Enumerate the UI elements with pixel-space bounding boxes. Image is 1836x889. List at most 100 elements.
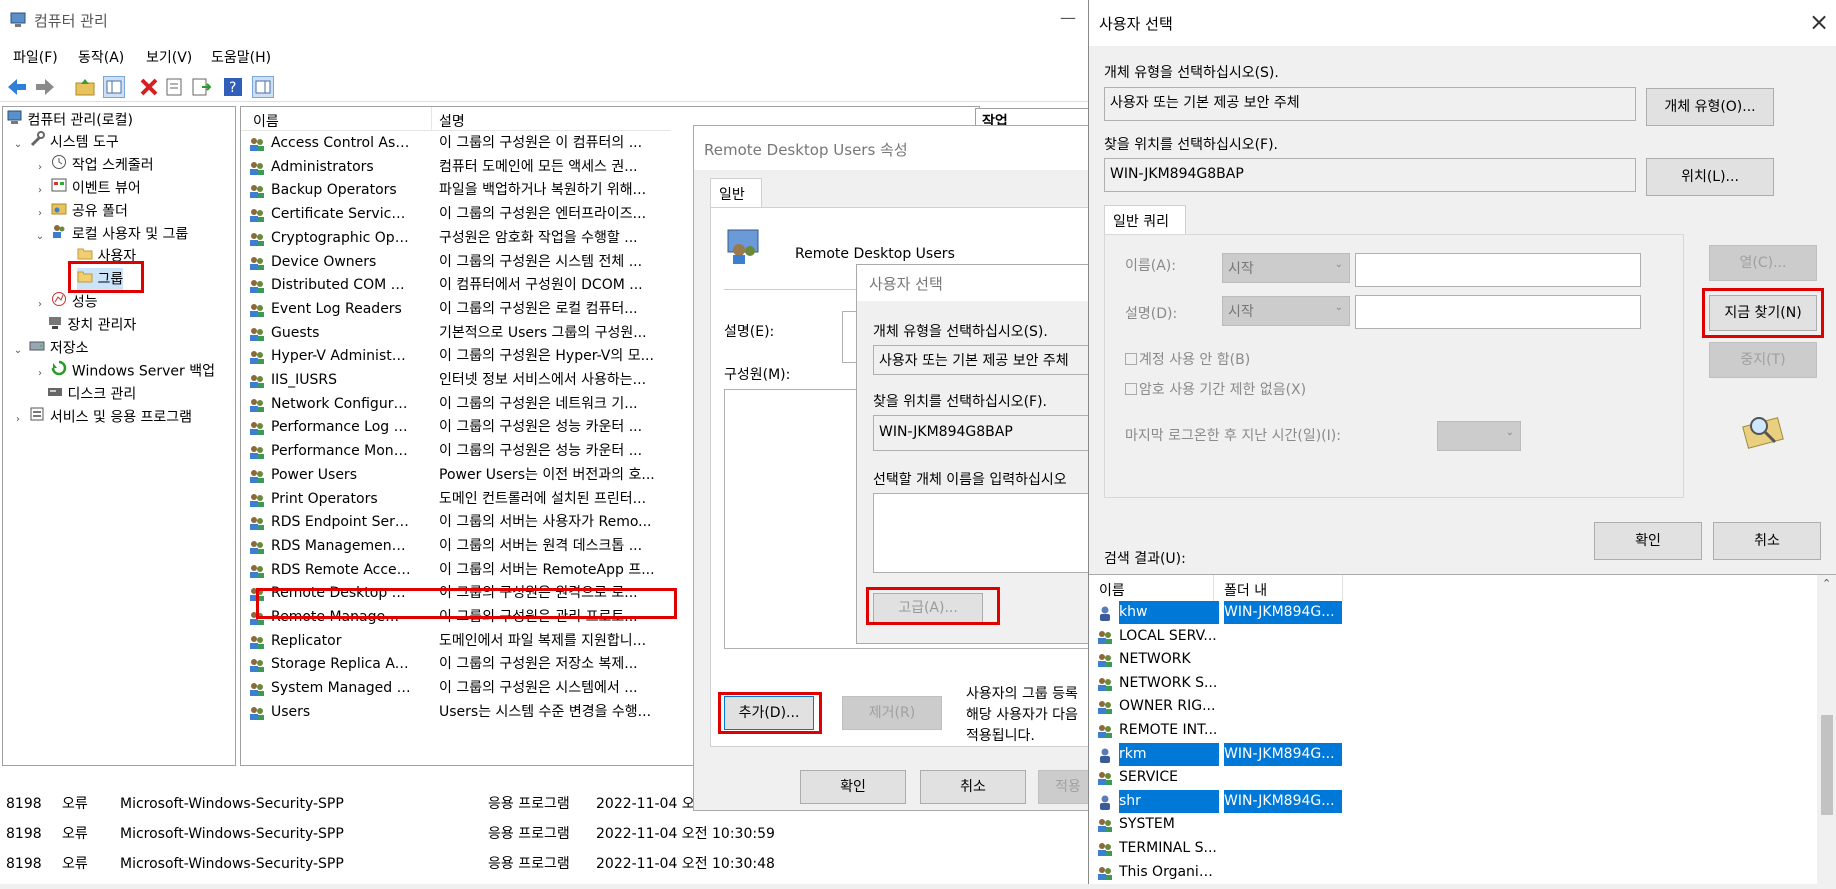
show-hide-tree-icon[interactable] <box>103 76 125 98</box>
collapse-chevron-icon[interactable]: › <box>33 180 47 202</box>
result-row[interactable]: rkm WIN-JKM894G... <box>1089 742 1729 766</box>
group-row[interactable]: Certificate Service DC... 이 그룹의 구성원은 엔터프라… <box>241 203 671 226</box>
delete-icon[interactable] <box>138 76 160 98</box>
action-pane-icon[interactable] <box>252 76 274 98</box>
tree-item-users[interactable]: 사용자 <box>77 245 136 267</box>
expand-chevron-icon[interactable]: ⌄ <box>11 134 25 156</box>
column-header-name[interactable]: 이름 <box>253 111 279 131</box>
group-row[interactable]: Hyper-V Administrators 이 그룹의 구성원은 Hyper-V… <box>241 345 671 368</box>
event-log-row[interactable]: 8198 오류 Microsoft-Windows-Security-SPP 응용 프… <box>0 822 1090 846</box>
tree-item-system-tools[interactable]: ⌄ 시스템 도구 <box>11 131 119 153</box>
minimize-icon[interactable]: — <box>1060 8 1080 28</box>
disabled-accounts-checkbox[interactable]: 계정 사용 안 함(B) <box>1125 349 1325 371</box>
result-row[interactable]: SYSTEM <box>1089 813 1729 836</box>
desc-starts-with-select[interactable]: 시작 ⌄ <box>1222 296 1350 326</box>
name-starts-with-select[interactable]: 시작 ⌄ <box>1222 253 1350 283</box>
days-since-logon-select[interactable]: ⌄ <box>1437 421 1521 451</box>
object-types-button[interactable]: 개체 유형(O)... <box>1646 88 1774 126</box>
desc-criteria-input[interactable] <box>1355 295 1641 329</box>
tree-item-disk-management[interactable]: 디스크 관리 <box>47 383 136 405</box>
group-row[interactable]: Print Operators 도메인 컨트롤러에 설치된 프린터... <box>241 488 671 511</box>
columns-button[interactable]: 열(C)... <box>1709 245 1817 281</box>
group-row[interactable]: Power Users Power Users는 이전 버전과의 호... <box>241 464 671 487</box>
group-row[interactable]: Remote Management ... 이 그룹의 구성원은 관리 프로토..… <box>241 606 671 629</box>
tab-common-queries[interactable]: 일반 쿼리 <box>1104 205 1186 235</box>
expand-chevron-icon[interactable]: ⌄ <box>33 226 47 248</box>
group-row[interactable]: IIS_IUSRS 인터넷 정보 서비스에서 사용하는... <box>241 369 671 392</box>
group-row[interactable]: Backup Operators 파일을 백업하거나 복원하기 위해... <box>241 179 671 202</box>
group-row[interactable]: Guests 기본적으로 Users 그룹의 구성원... <box>241 322 671 345</box>
column-divider[interactable] <box>1213 575 1214 601</box>
group-row[interactable]: Device Owners 이 그룹의 구성원은 시스템 전체 ... <box>241 251 671 274</box>
menu-view[interactable]: 보기(V) <box>146 47 192 67</box>
menu-help[interactable]: 도움말(H) <box>211 47 271 67</box>
expand-chevron-icon[interactable]: ⌄ <box>11 340 25 362</box>
tree-item-task-scheduler[interactable]: › 작업 스케줄러 <box>33 154 154 176</box>
group-row[interactable]: RDS Management Ser... 이 그룹의 서버는 원격 데스크톱 .… <box>241 535 671 558</box>
group-row[interactable]: Storage Replica Admi... 이 그룹의 구성원은 저장소 복제… <box>241 653 671 676</box>
group-row[interactable]: Cryptographic Operat... 구성원은 암호화 작업을 수행할 … <box>241 227 671 250</box>
tree-item-services-apps[interactable]: › 서비스 및 응용 프로그램 <box>11 406 192 428</box>
collapse-chevron-icon[interactable]: › <box>33 203 47 225</box>
help-icon[interactable]: ? <box>222 76 244 98</box>
group-row[interactable]: Administrators 컴퓨터 도메인에 모든 액세스 권... <box>241 156 671 179</box>
tree-item-storage[interactable]: ⌄ 저장소 <box>11 337 89 359</box>
adv-ok-button[interactable]: 확인 <box>1594 522 1702 560</box>
results-scrollbar[interactable]: ⌃ <box>1817 575 1836 885</box>
group-row[interactable]: Performance Monitor ... 이 그룹의 구성원은 성능 카운터… <box>241 440 671 463</box>
remove-button[interactable]: 제거(R) <box>842 696 942 730</box>
event-log-row[interactable]: 8198 오류 Microsoft-Windows-Security-SPP 응용 프… <box>0 852 1090 876</box>
result-row[interactable]: SERVICE <box>1089 766 1729 789</box>
properties-cancel-button[interactable]: 취소 <box>920 770 1026 804</box>
column-divider[interactable] <box>1342 575 1343 601</box>
result-row[interactable]: NETWORK <box>1089 648 1729 671</box>
collapse-chevron-icon[interactable]: › <box>33 363 47 385</box>
forward-icon[interactable] <box>34 76 56 98</box>
collapse-chevron-icon[interactable]: › <box>11 409 25 431</box>
properties-icon[interactable] <box>163 76 185 98</box>
result-row[interactable]: OWNER RIG... <box>1089 695 1729 718</box>
group-row[interactable]: Remote Desktop Users 이 그룹의 구성원은 원격으로 로... <box>241 582 671 605</box>
group-row[interactable]: Performance Log Users 이 그룹의 구성원은 성능 카운터 .… <box>241 416 671 439</box>
group-row[interactable]: Access Control Assista... 이 그룹의 구성원은 이 컴퓨… <box>241 132 671 155</box>
tree-item-performance[interactable]: › 성능 <box>33 291 98 313</box>
advanced-button[interactable]: 고급(A)... <box>873 593 983 623</box>
collapse-chevron-icon[interactable]: › <box>33 157 47 179</box>
back-icon[interactable] <box>6 76 28 98</box>
results-header-name[interactable]: 이름 <box>1099 580 1125 600</box>
result-row[interactable]: This Organiz... <box>1089 861 1729 884</box>
result-row[interactable]: khw WIN-JKM894G... <box>1089 601 1729 624</box>
group-row[interactable]: RDS Endpoint Servers 이 그룹의 서버는 사용자가 Remo.… <box>241 511 671 534</box>
tree-item-event-viewer[interactable]: › 이벤트 뷰어 <box>33 177 141 199</box>
collapse-chevron-icon[interactable]: › <box>33 294 47 316</box>
name-criteria-input[interactable] <box>1355 253 1641 287</box>
group-row[interactable]: Users Users는 시스템 수준 변경을 수행... <box>241 701 671 724</box>
result-row[interactable]: NETWORK S... <box>1089 672 1729 695</box>
tree-item-shared-folders[interactable]: › 공유 폴더 <box>33 200 128 222</box>
adv-cancel-button[interactable]: 취소 <box>1713 522 1821 560</box>
export-list-icon[interactable] <box>190 76 212 98</box>
group-row[interactable]: Network Configuratio... 이 그룹의 구성원은 네트워크 기… <box>241 393 671 416</box>
tree-item-computer-management[interactable]: 컴퓨터 관리(로컬) <box>7 109 133 131</box>
group-row[interactable]: RDS Remote Access S... 이 그룹의 서버는 RemoteAp… <box>241 559 671 582</box>
menu-file[interactable]: 파일(F) <box>13 47 58 67</box>
tree-item-groups[interactable]: 그룹 <box>77 268 124 290</box>
locations-button[interactable]: 위치(L)... <box>1646 158 1774 196</box>
up-folder-icon[interactable] <box>74 76 96 98</box>
group-row[interactable]: Replicator 도메인에서 파일 복제를 지원합니... <box>241 630 671 653</box>
result-row[interactable]: REMOTE INT... <box>1089 719 1729 742</box>
tab-general[interactable]: 일반 <box>710 178 762 208</box>
non-expiring-checkbox[interactable]: 암호 사용 기간 제한 없음(X) <box>1125 379 1385 401</box>
close-icon[interactable]: × <box>1809 8 1829 36</box>
stop-button[interactable]: 중지(T) <box>1709 342 1817 378</box>
result-row[interactable]: shr WIN-JKM894G... <box>1089 789 1729 813</box>
tree-item-local-users-groups[interactable]: ⌄ 로컬 사용자 및 그룹 <box>33 223 188 245</box>
group-row[interactable]: Distributed COM Users 이 컴퓨터에서 구성원이 DCOM .… <box>241 274 671 297</box>
tree-item-device-manager[interactable]: 장치 관리자 <box>47 314 136 336</box>
result-row[interactable]: TERMINAL S... <box>1089 837 1729 860</box>
group-row[interactable]: System Managed Acc... 이 그룹의 구성원은 시스템에서 ..… <box>241 677 671 700</box>
properties-ok-button[interactable]: 확인 <box>800 770 906 804</box>
scroll-thumb[interactable] <box>1821 715 1833 815</box>
group-row[interactable]: Event Log Readers 이 그룹의 구성원은 로컬 컴퓨터... <box>241 298 671 321</box>
menu-action[interactable]: 동작(A) <box>78 47 124 67</box>
